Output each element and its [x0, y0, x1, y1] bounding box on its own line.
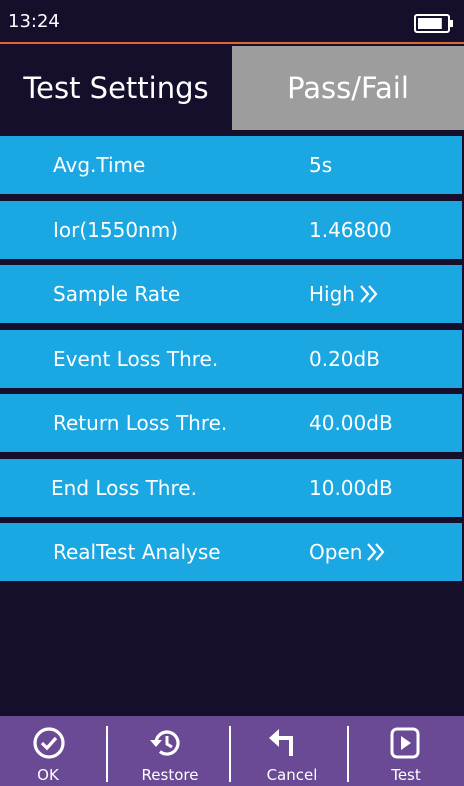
setting-label: Ior(1550nm)	[53, 217, 179, 242]
test-button[interactable]: Test	[351, 716, 464, 786]
setting-value-text: 0.20dB	[309, 346, 380, 371]
test-label: Test	[391, 766, 421, 784]
check-circle-icon	[33, 727, 65, 759]
settings-list: Avg.Time 5s Ior(1550nm) 1.46800 Sample R…	[0, 136, 462, 588]
double-chevron-right-icon	[360, 285, 378, 303]
double-chevron-right-icon	[367, 543, 385, 561]
restore-button[interactable]: Restore	[110, 716, 226, 786]
tab-test-settings[interactable]: Test Settings	[0, 46, 232, 130]
cancel-button[interactable]: Cancel	[233, 716, 349, 786]
return-arrow-icon	[269, 729, 293, 756]
screen: 13:24 Test Settings Pass/Fail Avg.Time 5…	[0, 0, 464, 786]
setting-value: 40.00dB	[309, 394, 393, 452]
setting-row-end-loss-threshold[interactable]: End Loss Thre. 10.00dB	[0, 458, 462, 517]
setting-value-text: 10.00dB	[309, 475, 393, 500]
tab-test-settings-label: Test Settings	[23, 71, 209, 105]
setting-value: Open	[309, 523, 387, 581]
setting-label: Sample Rate	[53, 282, 181, 306]
tab-pass-fail-label: Pass/Fail	[287, 71, 409, 105]
setting-value-text: Open	[309, 540, 363, 564]
restore-label: Restore	[141, 766, 199, 784]
setting-value: 5s	[309, 136, 332, 194]
setting-row-ior[interactable]: Ior(1550nm) 1.46800	[0, 200, 462, 259]
setting-value: 0.20dB	[309, 330, 380, 388]
setting-label: Avg.Time	[53, 153, 146, 177]
battery-icon	[414, 14, 453, 33]
setting-row-return-loss-threshold[interactable]: Return Loss Thre. 40.00dB	[0, 394, 462, 452]
setting-value-text: 1.46800	[309, 217, 392, 242]
setting-row-event-loss-threshold[interactable]: Event Loss Thre. 0.20dB	[0, 329, 462, 388]
setting-value-text: 40.00dB	[309, 411, 393, 435]
cancel-label: Cancel	[266, 766, 318, 784]
setting-value-text: 5s	[309, 153, 333, 177]
play-icon	[390, 727, 420, 759]
status-bar: 13:24	[0, 0, 464, 44]
setting-row-avg-time[interactable]: Avg.Time 5s	[0, 136, 462, 194]
setting-label: Event Loss Thre.	[53, 346, 219, 371]
setting-row-realtest-analyse[interactable]: RealTest Analyse Open	[0, 523, 462, 581]
tab-bar: Test Settings Pass/Fail	[0, 46, 464, 130]
ok-button[interactable]: OK	[0, 716, 116, 786]
setting-label: Return Loss Thre.	[53, 411, 228, 435]
setting-row-sample-rate[interactable]: Sample Rate High	[0, 265, 462, 323]
toolbar-divider	[106, 726, 108, 782]
tab-pass-fail[interactable]: Pass/Fail	[232, 46, 464, 130]
history-icon	[150, 730, 180, 756]
setting-value-text: High	[309, 282, 355, 306]
toolbar-divider	[229, 726, 231, 782]
setting-label: End Loss Thre.	[51, 475, 197, 500]
ok-label: OK	[37, 766, 59, 784]
setting-value: 10.00dB	[309, 459, 393, 517]
setting-value: 1.46800	[309, 201, 392, 259]
setting-value: High	[309, 265, 380, 323]
setting-label: RealTest Analyse	[53, 540, 221, 564]
clock: 13:24	[8, 11, 60, 32]
bottom-toolbar: OK Restore Cancel Test	[0, 716, 464, 786]
